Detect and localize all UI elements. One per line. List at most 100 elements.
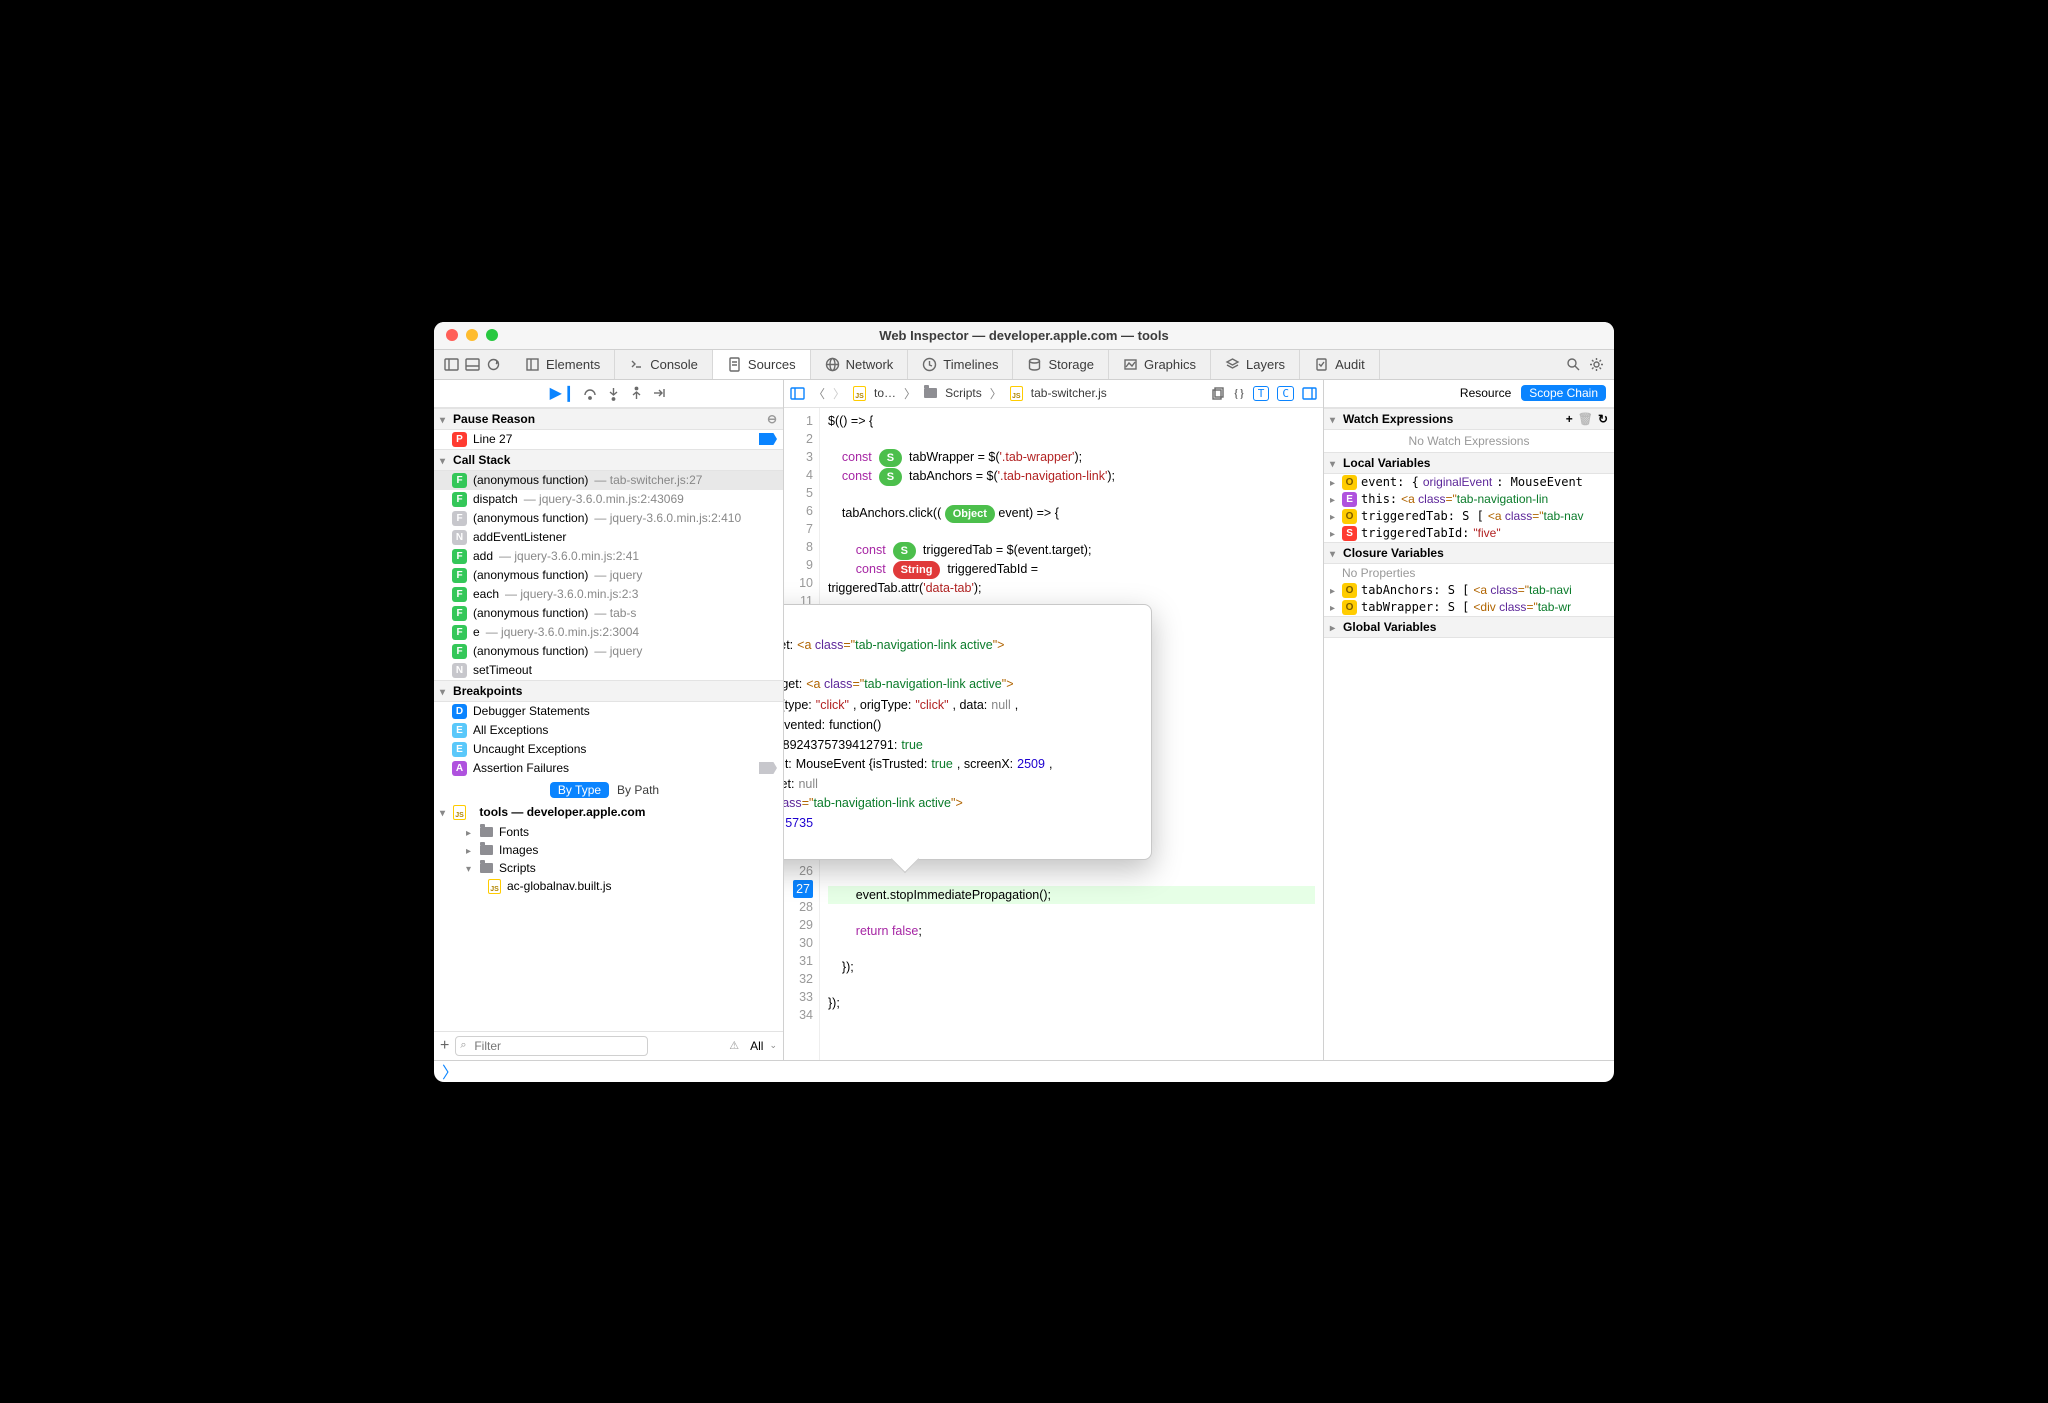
- breakpoint-item[interactable]: AAssertion Failures: [434, 759, 783, 778]
- braces-icon[interactable]: {}: [1233, 386, 1245, 401]
- tab-console[interactable]: Console: [615, 350, 713, 379]
- call-stack-header[interactable]: Call Stack: [434, 449, 783, 471]
- refresh-icon[interactable]: ↻: [1598, 412, 1608, 426]
- popover-property[interactable]: N data: null: [784, 656, 1141, 675]
- dock-bottom-icon[interactable]: [465, 357, 480, 372]
- popover-property[interactable]: E target: <a class="tab-navigation-link …: [784, 793, 1141, 814]
- popover-property[interactable]: B jQuery36008924375739412791: true: [784, 736, 1141, 755]
- breakpoints-header[interactable]: Breakpoints: [434, 680, 783, 702]
- folder-item[interactable]: Images: [448, 841, 783, 859]
- scope-variable[interactable]: O event: {originalEvent: MouseEvent: [1324, 474, 1614, 491]
- timelines-icon: [922, 357, 937, 372]
- chevron-down-icon[interactable]: ⌄: [769, 1040, 777, 1051]
- tab-timelines[interactable]: Timelines: [908, 350, 1013, 379]
- step-into-icon[interactable]: [606, 386, 621, 401]
- reload-icon[interactable]: [486, 357, 501, 372]
- call-stack-frame[interactable]: Fe — jquery-3.6.0.min.js:2:3004: [434, 623, 783, 642]
- breakpoint-item[interactable]: EAll Exceptions: [434, 721, 783, 740]
- js-file-icon: JS: [853, 386, 866, 401]
- warning-icon[interactable]: ⚠︎: [729, 1039, 739, 1052]
- tab-graphics[interactable]: Graphics: [1109, 350, 1211, 379]
- breakpoints-by-path-button[interactable]: By Path: [609, 782, 667, 798]
- popover-property[interactable]: F isDefaultPrevented: function(): [784, 715, 1141, 736]
- call-stack-frame[interactable]: NaddEventListener: [434, 528, 783, 547]
- console-prompt[interactable]: 〉: [434, 1060, 1614, 1082]
- filter-all-label[interactable]: All: [750, 1039, 763, 1053]
- dock-left-icon[interactable]: [444, 357, 459, 372]
- call-stack-frame[interactable]: NsetTimeout: [434, 661, 783, 680]
- call-stack-frame[interactable]: Fdispatch — jquery-3.6.0.min.js:2:43069: [434, 490, 783, 509]
- popover-property[interactable]: E delegateTarget: <a class="tab-navigati…: [784, 674, 1141, 695]
- pause-badge-icon: P: [452, 432, 467, 447]
- add-icon[interactable]: +: [440, 1037, 449, 1055]
- popover-property[interactable]: O handleObj: {type: "click", origType: "…: [784, 695, 1141, 716]
- breakpoint-badge-icon: A: [452, 761, 467, 776]
- scope-variable[interactable]: E this: <a class="tab-navigation-lin: [1324, 491, 1614, 508]
- type-chip-c[interactable]: C: [1277, 386, 1294, 401]
- nav-back-icon[interactable]: 〈: [813, 385, 825, 402]
- global-variables-header[interactable]: Global Variables: [1324, 616, 1614, 638]
- resume-icon[interactable]: ▶❙: [550, 383, 576, 403]
- resource-tab[interactable]: Resource: [1460, 386, 1511, 400]
- type-chip-t[interactable]: T: [1253, 386, 1270, 401]
- scope-variable[interactable]: O triggeredTab: S [<a class="tab-nav: [1324, 508, 1614, 525]
- local-variables-header[interactable]: Local Variables: [1324, 452, 1614, 474]
- call-stack-frame[interactable]: F(anonymous function) — tab-s: [434, 604, 783, 623]
- tab-layers[interactable]: Layers: [1211, 350, 1300, 379]
- frame-badge-icon: F: [452, 568, 467, 583]
- file-item[interactable]: JSac-globalnav.built.js: [448, 877, 783, 896]
- tab-network[interactable]: Network: [811, 350, 909, 379]
- call-stack-frame[interactable]: F(anonymous function) — tab-switcher.js:…: [434, 471, 783, 490]
- popover-property[interactable]: S type: "click": [784, 832, 1141, 851]
- pause-reason-header[interactable]: Pause Reason⊖: [434, 408, 783, 430]
- call-stack-frame[interactable]: F(anonymous function) — jquery-3.6.0.min…: [434, 509, 783, 528]
- step-icon[interactable]: [652, 386, 667, 401]
- trash-icon[interactable]: 🗑: [1578, 412, 1593, 426]
- call-stack-frame[interactable]: Feach — jquery-3.6.0.min.js:2:3: [434, 585, 783, 604]
- breakpoint-item[interactable]: DDebugger Statements: [434, 702, 783, 721]
- tab-sources[interactable]: Sources: [713, 350, 811, 379]
- code-editor[interactable]: 1 2 3 4 5 6 7 8 9 10 11 12 13 14 15 16 1…: [784, 408, 1323, 1060]
- toggle-right-sidebar-icon[interactable]: [1302, 386, 1317, 401]
- scope-variable[interactable]: O tabWrapper: S [<div class="tab-wr: [1324, 599, 1614, 616]
- filter-input[interactable]: [455, 1036, 648, 1056]
- frame-badge-icon: F: [452, 492, 467, 507]
- popover-property[interactable]: N timeStamp: 5735: [784, 814, 1141, 833]
- frame-badge-icon: N: [452, 663, 467, 678]
- popover-property[interactable]: N relatedTarget: null: [784, 775, 1141, 794]
- tab-audit[interactable]: Audit: [1300, 350, 1380, 379]
- gear-icon[interactable]: [1589, 357, 1604, 372]
- filetree-header[interactable]: JS tools — developer.apple.com: [434, 802, 783, 823]
- step-over-icon[interactable]: [583, 386, 598, 401]
- scope-chain-tab[interactable]: Scope Chain: [1521, 385, 1606, 401]
- tab-storage[interactable]: Storage: [1013, 350, 1109, 379]
- nav-forward-icon[interactable]: 〉: [833, 385, 845, 402]
- network-icon: [825, 357, 840, 372]
- popover-property[interactable]: O originalEvent: MouseEvent {isTrusted: …: [784, 754, 1141, 775]
- watch-expressions-header[interactable]: Watch Expressions + 🗑 ↻: [1324, 408, 1614, 430]
- folder-item[interactable]: Fonts: [448, 823, 783, 841]
- popover-property[interactable]: E currentTarget: <a class="tab-navigatio…: [784, 635, 1141, 656]
- source-editor-pane: 〈 〉 JSto… 〉Scripts 〉JStab-switcher.js {}…: [784, 380, 1324, 1060]
- close-icon[interactable]: ⊖: [767, 412, 777, 426]
- closure-variables-header[interactable]: Closure Variables: [1324, 542, 1614, 564]
- call-stack-frame[interactable]: Fadd — jquery-3.6.0.min.js:2:41: [434, 547, 783, 566]
- copy-icon[interactable]: [1210, 386, 1225, 401]
- folder-icon: [924, 388, 937, 398]
- pause-reason-row[interactable]: P Line 27: [434, 430, 783, 449]
- step-out-icon[interactable]: [629, 386, 644, 401]
- scope-variable[interactable]: S triggeredTabId: "five": [1324, 525, 1614, 542]
- call-stack-frame[interactable]: F(anonymous function) — jquery: [434, 642, 783, 661]
- search-icon[interactable]: [1566, 357, 1581, 372]
- add-watch-icon[interactable]: +: [1566, 412, 1573, 426]
- tab-elements[interactable]: Elements: [511, 350, 615, 379]
- type-badge-icon: O: [1342, 509, 1357, 524]
- scope-variable[interactable]: O tabAnchors: S [<a class="tab-navi: [1324, 582, 1614, 599]
- call-stack-frame[interactable]: F(anonymous function) — jquery: [434, 566, 783, 585]
- breakpoints-by-type-button[interactable]: By Type: [550, 782, 609, 798]
- window-title: Web Inspector — developer.apple.com — to…: [434, 328, 1614, 343]
- folder-item[interactable]: Scripts: [448, 859, 783, 877]
- toggle-left-sidebar-icon[interactable]: [790, 386, 805, 401]
- breakpoint-item[interactable]: EUncaught Exceptions: [434, 740, 783, 759]
- inspector-window: Web Inspector — developer.apple.com — to…: [434, 322, 1614, 1082]
